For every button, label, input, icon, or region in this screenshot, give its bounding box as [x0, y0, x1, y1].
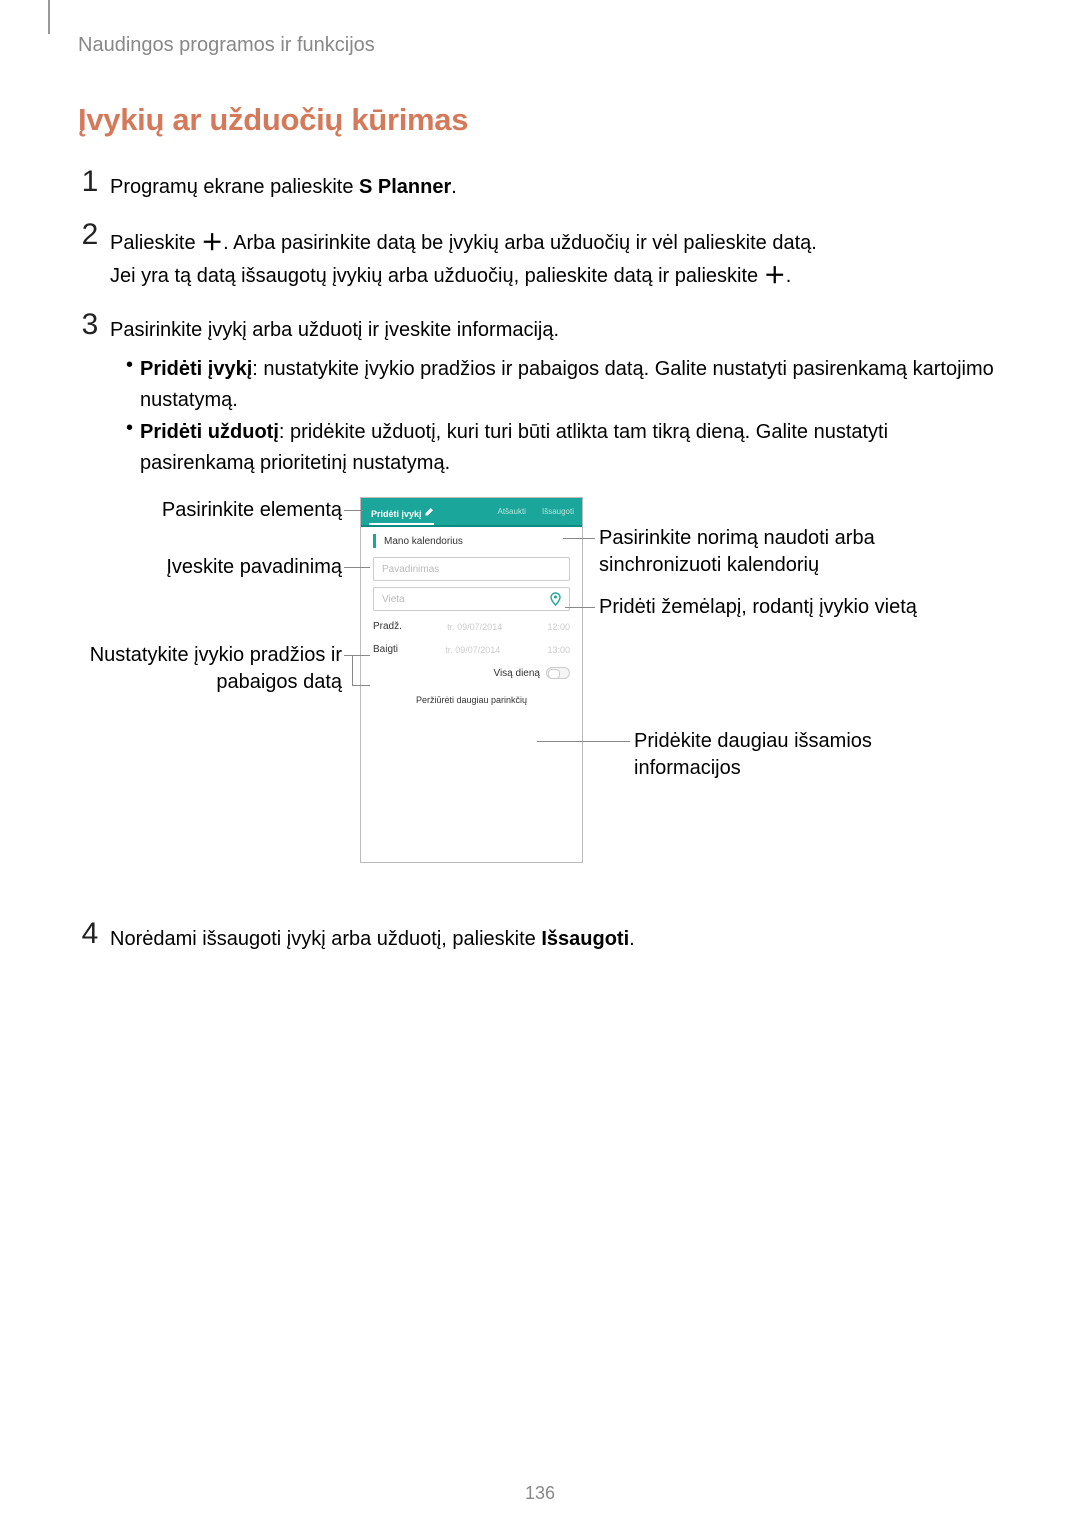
- anno-line: [537, 741, 630, 742]
- step-3-text: Pasirinkite įvykį arba užduotį ir įveski…: [110, 315, 559, 346]
- anno-title: Įveskite pavadinimą: [150, 554, 342, 581]
- plus-icon: ＋: [764, 263, 786, 288]
- anno-line: [565, 607, 595, 608]
- phone-mock: Pridėti įvykį Atšaukti Išsaugoti Mano ka…: [360, 497, 583, 863]
- name-field[interactable]: Pavadinimas: [373, 557, 570, 581]
- bullet-2: Pridėti užduotį: pridėkite užduotį, kuri…: [140, 417, 996, 479]
- calendar-name: Mano kalendorius: [384, 536, 463, 547]
- bullet-dot: •: [126, 354, 133, 377]
- allday-row[interactable]: Visą dieną: [361, 663, 582, 689]
- step-4-text: Norėdami išsaugoti įvykį arba užduotį, p…: [110, 924, 635, 955]
- map-pin-icon[interactable]: [550, 592, 561, 609]
- anno-line: [344, 567, 370, 568]
- location-field[interactable]: Vieta: [373, 587, 570, 611]
- calendar-row[interactable]: Mano kalendorius: [361, 527, 582, 555]
- mock-tabs: Pridėti įvykį Atšaukti Išsaugoti: [361, 498, 582, 525]
- allday-toggle[interactable]: [546, 667, 570, 679]
- page-header: Naudingos programos ir funkcijos: [78, 34, 375, 57]
- tab-add-event[interactable]: Pridėti įvykį: [361, 505, 442, 519]
- bullet-1: Pridėti įvykį: nustatykite įvykio pradži…: [140, 354, 996, 416]
- start-row[interactable]: Pradž. tr. 09/07/2014 12:00: [361, 617, 582, 640]
- plus-icon: ＋: [201, 230, 223, 255]
- anno-line: [344, 655, 370, 656]
- anno-line: [563, 538, 595, 539]
- end-row[interactable]: Baigti tr. 09/07/2014 13:00: [361, 640, 582, 663]
- step-number-2: 2: [76, 218, 104, 252]
- anno-select: Pasirinkite elementą: [150, 497, 342, 524]
- anno-line: [352, 685, 370, 686]
- anno-line: [344, 510, 364, 511]
- anno-calendar: Pasirinkite norimą naudoti arba sinchron…: [599, 525, 919, 579]
- section-title: Įvykių ar užduočių kūrimas: [78, 102, 468, 138]
- step-number-1: 1: [76, 165, 104, 199]
- step-1-text: Programų ekrane palieskite S Planner.: [110, 172, 457, 203]
- pencil-icon: [424, 505, 436, 517]
- more-options[interactable]: Peržiūrėti daugiau parinkčių: [361, 689, 582, 711]
- step-number-3: 3: [76, 308, 104, 342]
- anno-dates: Nustatykite įvykio pradžios ir pabaigos …: [78, 642, 342, 696]
- tab-cancel[interactable]: Atšaukti: [490, 507, 534, 516]
- step-2a-text: Palieskite ＋. Arba pasirinkite datą be į…: [110, 225, 817, 259]
- page-number: 136: [0, 1483, 1080, 1504]
- tab-save[interactable]: Išsaugoti: [534, 507, 582, 516]
- anno-more: Pridėkite daugiau išsamios informacijos: [634, 728, 914, 782]
- step-2b-text: Jei yra tą datą išsaugotų įvykių arba už…: [110, 258, 791, 292]
- anno-map: Pridėti žemėlapį, rodantį įvykio vietą: [599, 594, 919, 621]
- anno-line: [352, 655, 353, 685]
- step-number-4: 4: [76, 917, 104, 951]
- bullet-dot: •: [126, 417, 133, 440]
